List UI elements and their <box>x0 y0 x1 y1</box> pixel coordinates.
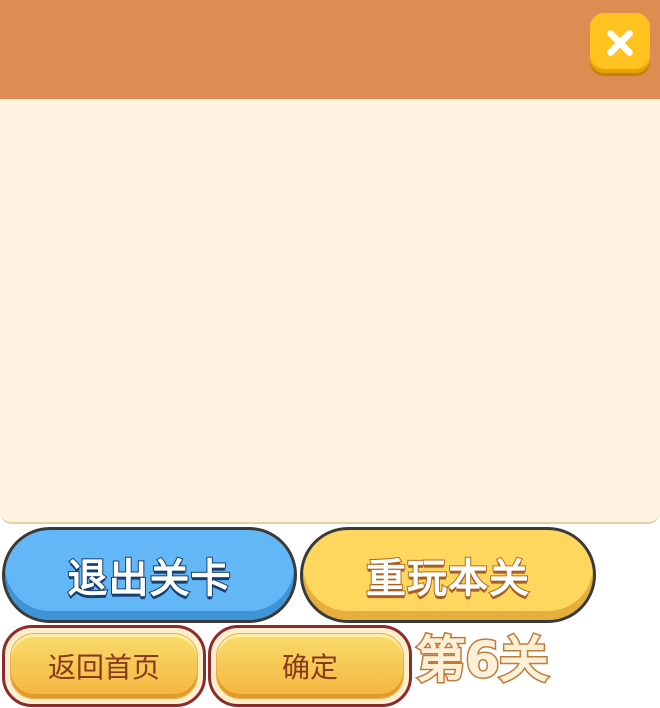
confirm-button[interactable]: 确定 <box>208 625 412 707</box>
exit-level-label: 退出关卡 <box>67 555 232 603</box>
back-home-button[interactable]: 返回首页 <box>2 625 206 707</box>
confirm-button-face: 确定 <box>216 633 404 699</box>
close-x-icon <box>607 30 633 56</box>
confirm-label: 确定 <box>281 651 338 684</box>
exit-level-button[interactable]: 退出关卡 <box>2 527 297 623</box>
level-label: 第6关 <box>415 630 551 691</box>
dialog-header <box>0 0 660 99</box>
close-button[interactable] <box>590 13 650 73</box>
replay-level-button[interactable]: 重玩本关 <box>300 527 596 623</box>
back-home-label: 返回首页 <box>47 651 160 684</box>
dialog-panel <box>0 0 660 524</box>
replay-level-label: 重玩本关 <box>365 555 530 603</box>
back-home-button-face: 返回首页 <box>10 633 198 699</box>
